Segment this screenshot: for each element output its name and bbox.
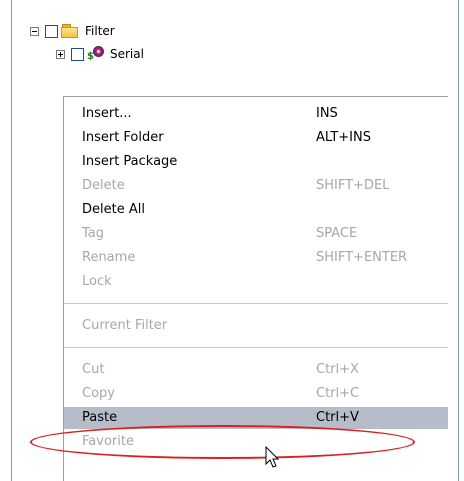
menu-item-shortcut: SHIFT+DEL xyxy=(316,178,390,193)
menu-item-label: Favorite xyxy=(82,434,134,449)
tree-item-serial[interactable]: $ Serial xyxy=(56,45,144,63)
tree-checkbox-serial[interactable] xyxy=(71,47,84,61)
context-menu: Insert... INS Insert Folder ALT+INS Inse… xyxy=(63,96,448,481)
menu-item-label: Insert Folder xyxy=(82,130,164,145)
collapse-icon[interactable] xyxy=(30,26,39,36)
menu-item-label: Paste xyxy=(82,410,118,425)
menu-item-insert-folder[interactable]: Insert Folder ALT+INS xyxy=(64,127,448,149)
tree-item-label: Serial xyxy=(110,47,144,61)
serial-icon: $ xyxy=(87,46,105,62)
menu-item-shortcut: Ctrl+V xyxy=(316,410,359,425)
tree-item-label: Filter xyxy=(85,24,115,38)
menu-item-insert[interactable]: Insert... INS xyxy=(64,103,448,125)
menu-item-current-filter[interactable]: Current Filter xyxy=(64,315,448,337)
menu-item-label: Delete xyxy=(82,178,125,193)
expand-icon[interactable] xyxy=(56,49,65,59)
menu-item-label: Lock xyxy=(82,274,112,289)
menu-separator xyxy=(64,347,448,348)
menu-item-label: Insert... xyxy=(82,106,132,121)
menu-item-shortcut: ALT+INS xyxy=(316,130,371,145)
menu-item-shortcut: SHIFT+ENTER xyxy=(316,250,408,265)
menu-separator xyxy=(64,303,448,304)
folder-icon xyxy=(61,24,79,38)
menu-item-shortcut: INS xyxy=(316,106,338,121)
menu-item-shortcut: Ctrl+X xyxy=(316,362,359,377)
menu-item-favorite[interactable]: Favorite xyxy=(64,431,448,453)
menu-item-label: Insert Package xyxy=(82,154,178,169)
menu-item-label: Copy xyxy=(82,386,115,401)
menu-item-rename[interactable]: Rename SHIFT+ENTER xyxy=(64,247,448,269)
tree-item-filter[interactable]: Filter xyxy=(30,22,115,40)
menu-item-label: Rename xyxy=(82,250,136,265)
menu-item-label: Current Filter xyxy=(82,318,168,333)
menu-item-delete-all[interactable]: Delete All xyxy=(64,199,448,221)
tree-panel: Filter $ Serial Insert... INS Insert Fol… xyxy=(11,0,459,481)
menu-item-insert-package[interactable]: Insert Package xyxy=(64,151,448,173)
menu-item-label: Cut xyxy=(82,362,105,377)
menu-item-tag[interactable]: Tag SPACE xyxy=(64,223,448,245)
menu-item-lock[interactable]: Lock xyxy=(64,271,448,293)
menu-item-label: Tag xyxy=(82,226,105,241)
menu-item-label: Delete All xyxy=(82,202,145,217)
menu-item-paste[interactable]: Paste Ctrl+V xyxy=(64,407,448,429)
menu-item-copy[interactable]: Copy Ctrl+C xyxy=(64,383,448,405)
menu-item-delete[interactable]: Delete SHIFT+DEL xyxy=(64,175,448,197)
menu-item-cut[interactable]: Cut Ctrl+X xyxy=(64,359,448,381)
menu-item-shortcut: Ctrl+C xyxy=(316,386,360,401)
menu-item-shortcut: SPACE xyxy=(316,226,358,241)
tree-checkbox-filter[interactable] xyxy=(45,24,58,38)
